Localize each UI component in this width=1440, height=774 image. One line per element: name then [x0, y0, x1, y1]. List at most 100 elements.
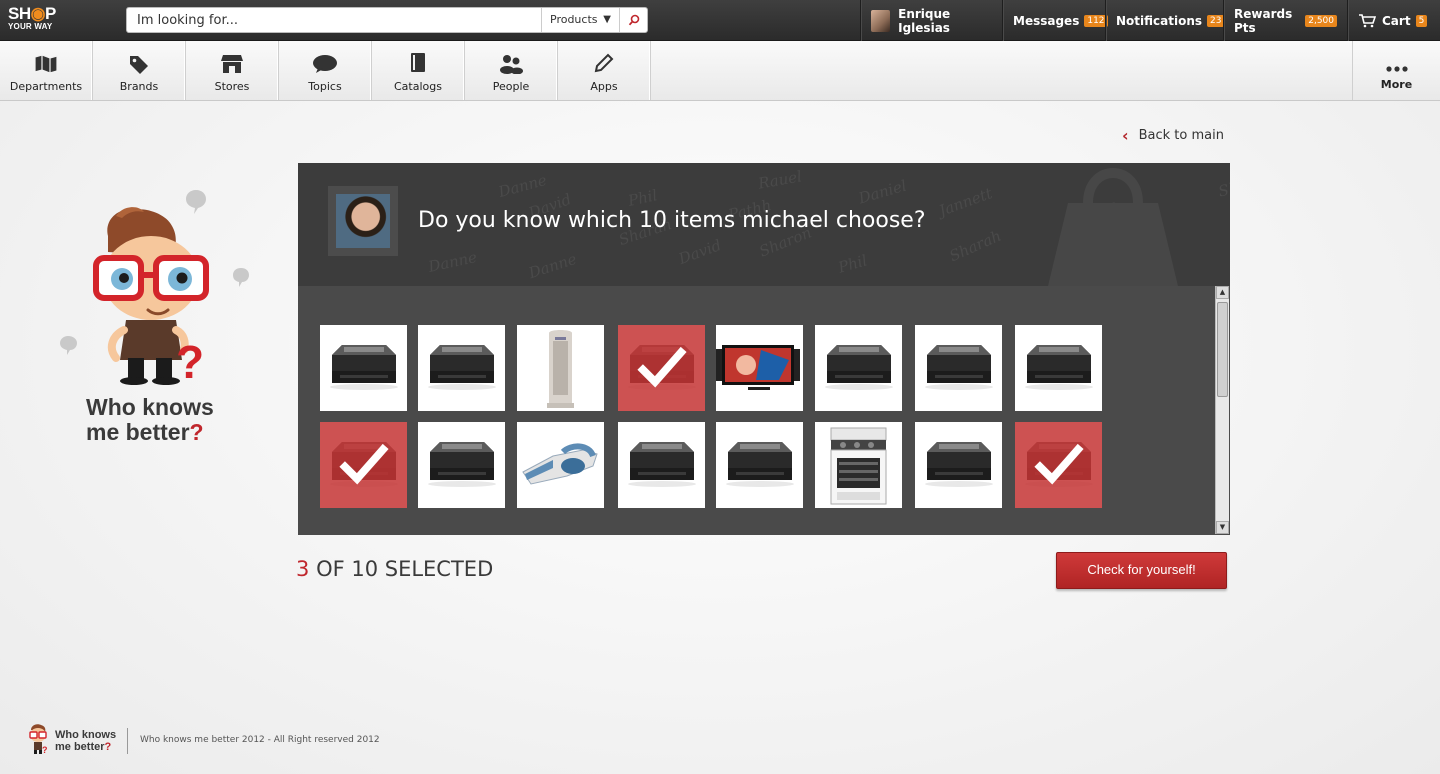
nav-apps[interactable]: Apps [558, 41, 651, 100]
watermark-name: Phil [626, 186, 659, 210]
search-input[interactable] [127, 8, 541, 32]
footer-brand-line2: me better [55, 741, 105, 753]
product-tile-stove[interactable] [815, 422, 902, 508]
selected-overlay [1015, 422, 1102, 508]
cart-icon [1359, 13, 1376, 27]
nav-more[interactable]: More [1352, 41, 1440, 100]
quiz-question: Do you know which 10 items michael choos… [418, 208, 926, 233]
product-tile-printer[interactable] [418, 422, 505, 508]
product-tile-printer[interactable] [915, 422, 1002, 508]
footer-brand-title: Who knows me better? [55, 729, 116, 753]
store-icon [221, 55, 243, 73]
logo-text-b: P [44, 4, 56, 23]
nav-topics[interactable]: Topics [279, 41, 372, 100]
cart-label: Cart [1382, 13, 1411, 28]
product-tile-printer[interactable] [1015, 422, 1102, 508]
cart-count-badge: 5 [1415, 14, 1428, 27]
selected-count-number: 3 [296, 557, 310, 581]
product-tile-printer[interactable] [618, 422, 705, 508]
logo-tagline: YOUR WAY [8, 22, 53, 31]
nav-people[interactable]: People [465, 41, 558, 100]
nav-label: Departments [9, 80, 83, 93]
mascot-illustration: ? [60, 190, 249, 385]
search-icon [628, 14, 639, 26]
scrollbar[interactable]: ▲ ▼ [1215, 286, 1229, 534]
nav-brands[interactable]: Brands [93, 41, 186, 100]
back-to-main-link[interactable]: ‹ Back to main [1122, 126, 1224, 145]
nav-stores[interactable]: Stores [186, 41, 279, 100]
brand-title-line1: Who knows [86, 394, 214, 420]
shopping-bag-watermark-icon [1048, 168, 1178, 286]
selected-counter: 3 OF 10 SELECTED [296, 557, 493, 581]
shop-your-way-logo[interactable]: SH◉P YOUR WAY [8, 5, 68, 35]
map-icon [34, 54, 58, 74]
product-tile-printer[interactable] [1015, 325, 1102, 411]
friend-avatar [328, 186, 398, 256]
nav-label: Apps [590, 80, 618, 93]
footer-mascot-icon: ? [29, 724, 48, 754]
watermark-name: Danne [526, 249, 579, 283]
nav-departments[interactable]: Departments [0, 41, 93, 100]
product-tile-air-purifier[interactable] [517, 325, 604, 411]
messages-label: Messages [1013, 13, 1080, 28]
search-category-value: Products [550, 13, 598, 26]
rewards-link[interactable]: Rewards Pts 2,500 [1223, 0, 1347, 41]
checkmark-icon [1033, 443, 1084, 485]
search-button[interactable] [619, 8, 647, 32]
rewards-label: Rewards Pts [1234, 6, 1293, 35]
scrollbar-thumb[interactable] [1217, 302, 1228, 397]
scroll-down-icon[interactable]: ▼ [1216, 521, 1229, 534]
svg-text:?: ? [42, 745, 48, 754]
logo-bag-o: ◉ [30, 4, 46, 23]
top-bar: SH◉P YOUR WAY Products ▼ Enrique Iglesia… [0, 0, 1440, 41]
watermark-name: Phil [836, 251, 870, 277]
checkmark-icon [338, 443, 389, 485]
footer-question-mark: ? [104, 741, 112, 753]
product-tile-handheld-vacuum[interactable] [517, 422, 604, 508]
brand-title-line2: me better [86, 419, 190, 445]
notifications-link[interactable]: Notifications 23 [1105, 0, 1225, 41]
footer-copyright: Who knows me better 2012 - All Right res… [140, 735, 380, 745]
watermark-name: Jannett [936, 184, 995, 220]
user-profile-link[interactable]: Enrique Iglesias [860, 0, 1002, 41]
brand-question-mark: ? [189, 419, 204, 445]
svg-text:?: ? [176, 336, 204, 385]
logo-text-a: SH [8, 4, 31, 23]
nav-label: Catalogs [394, 80, 442, 93]
people-icon [500, 55, 523, 74]
check-for-yourself-button[interactable]: Check for yourself! [1056, 552, 1227, 589]
back-link-label: Back to main [1138, 128, 1224, 143]
product-tile-printer[interactable] [915, 325, 1002, 411]
nav-catalogs[interactable]: Catalogs [372, 41, 465, 100]
brand-title: Who knows me better? [86, 395, 214, 445]
product-tile-printer[interactable] [418, 325, 505, 411]
scroll-up-icon[interactable]: ▲ [1216, 286, 1229, 299]
search-bar: Products ▼ [126, 7, 648, 33]
chevron-left-icon: ‹ [1122, 126, 1129, 145]
product-tile-printer[interactable] [618, 325, 705, 411]
nav-label: Topics [308, 80, 342, 93]
search-category-select[interactable]: Products ▼ [541, 8, 619, 32]
tag-icon [130, 56, 148, 74]
quiz-header: Danne David Phil Sharah Pathh Sharon Rauel Dani… [298, 163, 1230, 286]
friend-photo [336, 194, 390, 248]
product-tile-printer[interactable] [815, 325, 902, 411]
watermark-name: Danne [496, 170, 549, 202]
selected-count-label: OF 10 SELECTED [316, 557, 494, 581]
account-menu: Enrique Iglesias Messages 112 Notificati… [860, 0, 1440, 41]
product-grid: ▲ ▼ [298, 286, 1230, 535]
speech-bubble-icon [313, 55, 337, 73]
more-dots-icon [1385, 66, 1408, 72]
product-tile-printer[interactable] [716, 422, 803, 508]
cart-link[interactable]: Cart 5 [1347, 0, 1440, 41]
messages-link[interactable]: Messages 112 [1002, 0, 1108, 41]
dropdown-arrow-icon: ▼ [603, 14, 611, 25]
avatar [871, 9, 891, 32]
watermark-name: Rauel [756, 167, 804, 193]
product-tile-printer[interactable] [320, 325, 407, 411]
product-tile-printer[interactable] [320, 422, 407, 508]
notifications-count-badge: 23 [1207, 14, 1225, 27]
footer-divider [127, 728, 128, 754]
user-name: Enrique Iglesias [898, 6, 951, 35]
product-tile-tv[interactable] [716, 325, 803, 411]
